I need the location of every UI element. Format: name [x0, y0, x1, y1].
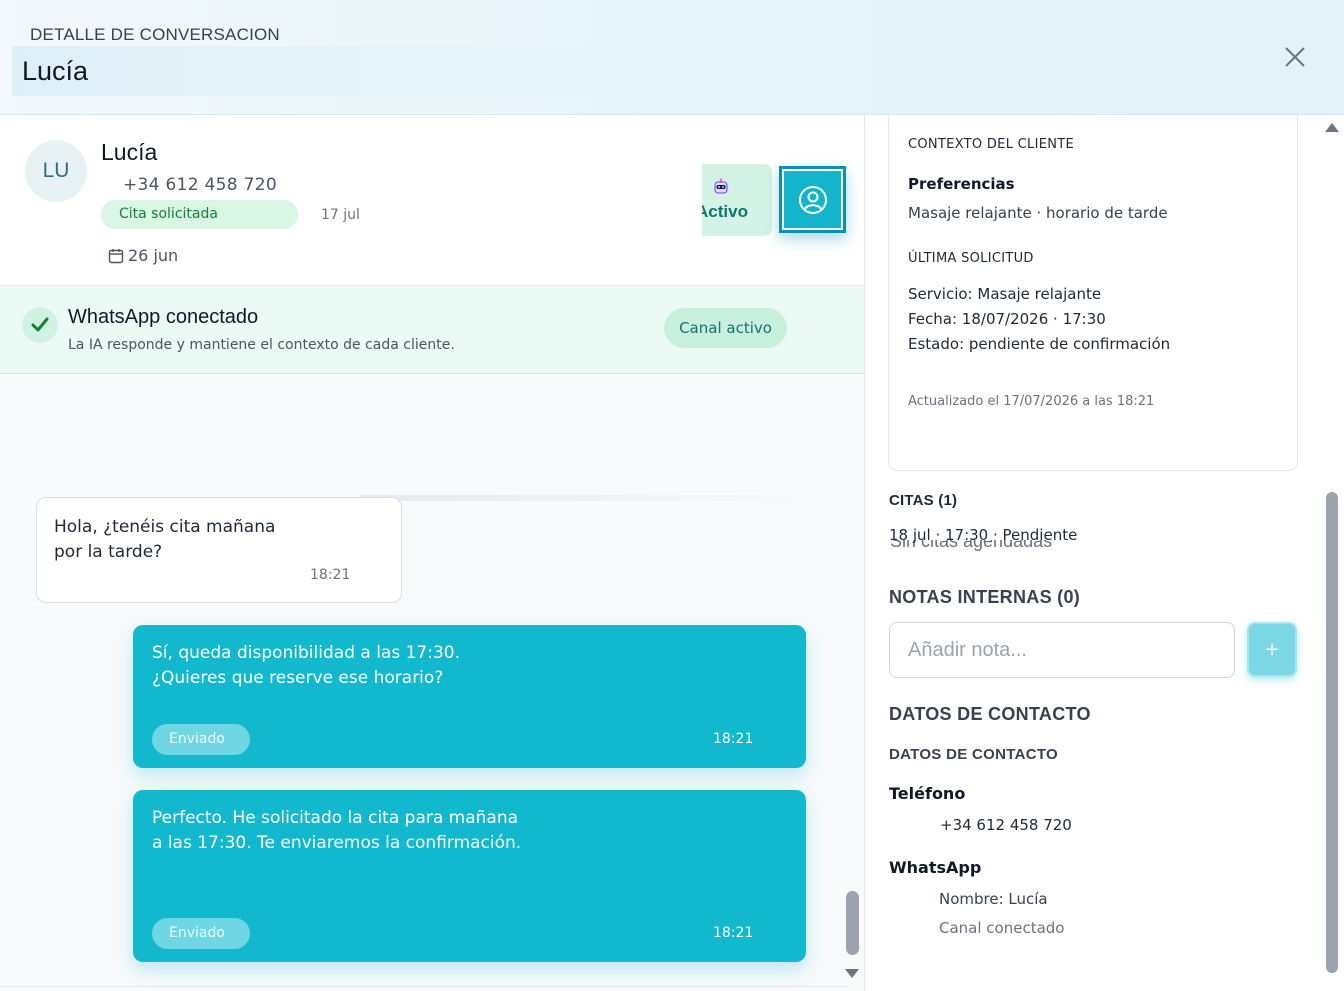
phone-value: +34 612 458 720 [940, 816, 1072, 834]
contact-card: LU Lucía +34 612 458 720 Cita solicitada… [0, 115, 864, 286]
preferences-value: Masaje relajante · horario de tarde [908, 204, 1168, 222]
channel-active-pill[interactable]: Canal activo [664, 308, 787, 348]
sent-badge: Enviado [152, 724, 250, 755]
client-context-card: CONTEXTO DEL CLIENTE Preferencias Masaje… [888, 115, 1298, 471]
scroll-down-icon[interactable] [845, 969, 859, 978]
header-title-band [12, 46, 652, 96]
add-note-button[interactable]: + [1247, 622, 1297, 677]
whatsapp-status-bar: WhatsApp conectado La IA responde y mant… [0, 286, 864, 374]
divider [360, 495, 820, 501]
contact-data-subheading: DATOS DE CONTACTO [889, 746, 1058, 763]
whatsapp-status-subtitle: La IA responde y mantiene el contexto de… [68, 337, 455, 353]
appointment-item[interactable]: 18 jul · 17:30 · Pendiente [889, 526, 1077, 544]
check-icon [31, 317, 49, 332]
updated-timestamp: Actualizado el 17/07/2026 a las 18:21 [908, 394, 1155, 409]
created-date-text: 26 jun [128, 246, 179, 265]
details-scrollbar[interactable] [1326, 492, 1338, 973]
user-circle-icon [798, 185, 827, 214]
divider [0, 986, 848, 987]
phone-label: Teléfono [889, 784, 966, 803]
robot-icon [714, 178, 728, 194]
message-outgoing: Perfecto. He solicitado la cita para mañ… [133, 790, 806, 962]
notes-heading: NOTAS INTERNAS (0) [889, 587, 1081, 607]
close-button[interactable] [1280, 42, 1310, 72]
message-outgoing: Sí, queda disponibilidad a las 17:30. ¿Q… [133, 625, 806, 768]
appointments-heading: CITAS (1) [889, 492, 958, 509]
created-date: 26 jun [108, 246, 178, 265]
message-time: 18:21 [713, 731, 754, 747]
whatsapp-label: WhatsApp [889, 858, 982, 877]
scroll-up-icon[interactable] [1325, 123, 1339, 132]
conversation-scrollbar[interactable] [846, 891, 859, 955]
bot-status-label: Activo [702, 202, 748, 221]
conversation-panel: LU Lucía +34 612 458 720 Cita solicitada… [0, 115, 865, 991]
whatsapp-name: Nombre: Lucía [939, 890, 1048, 908]
request-state: Estado: pendiente de confirmación [908, 335, 1171, 353]
close-icon [1285, 47, 1305, 67]
note-input[interactable] [889, 622, 1235, 678]
dialog-header: DETALLE DE CONVERSACION Lucía [0, 0, 1344, 115]
profile-button[interactable] [779, 166, 846, 233]
bot-status-toggle[interactable]: Activo [702, 164, 772, 236]
contact-data-heading: DATOS DE CONTACTO [889, 704, 1091, 724]
details-panel: CONTEXTO DEL CLIENTE Preferencias Masaje… [866, 115, 1344, 991]
message-incoming: Hola, ¿tenéis cita mañana por la tarde? … [36, 497, 402, 603]
request-service: Servicio: Masaje relajante [908, 285, 1102, 303]
last-request-heading: ÚLTIMA SOLICITUD [908, 251, 1034, 266]
dialog-title: Lucía [22, 56, 89, 86]
message-time: 18:21 [713, 925, 754, 941]
message-text: Perfecto. He solicitado la cita para mañ… [152, 808, 522, 853]
message-time: 18:21 [310, 567, 351, 583]
preferences-heading: Preferencias [908, 175, 1015, 193]
status-badge: Cita solicitada [101, 200, 298, 229]
status-date: 17 jul [321, 207, 360, 223]
sent-badge: Enviado [152, 918, 250, 949]
dialog-subtitle: DETALLE DE CONVERSACION [30, 25, 280, 44]
check-circle [22, 307, 58, 343]
message-text: Hola, ¿tenéis cita mañana por la tarde? [54, 517, 276, 562]
message-text: Sí, queda disponibilidad a las 17:30. ¿Q… [152, 643, 461, 688]
avatar: LU [25, 140, 87, 202]
contact-phone: +34 612 458 720 [123, 175, 277, 195]
calendar-icon [108, 248, 124, 263]
request-date: Fecha: 18/07/2026 · 17:30 [908, 310, 1106, 328]
whatsapp-status-title: WhatsApp conectado [68, 306, 259, 328]
context-heading: CONTEXTO DEL CLIENTE [908, 137, 1075, 152]
whatsapp-channel: Canal conectado [939, 919, 1065, 937]
contact-name: Lucía [101, 139, 158, 165]
